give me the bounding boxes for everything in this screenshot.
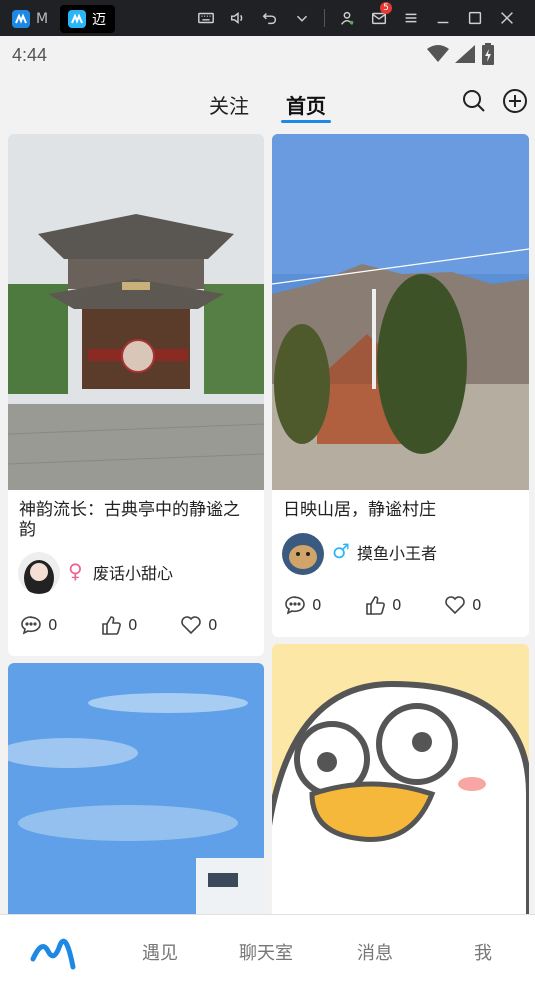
avatar[interactable] [282,533,324,575]
gender-male-icon: ♂ [332,539,350,563]
app-logo-icon [12,10,30,28]
emulator-tab-label: M [36,11,49,27]
favorite-count: 0 [472,596,482,614]
post-title: 神韵流长：古典亭中的静谧之韵 [19,500,240,540]
heart-icon [445,596,465,615]
comment-count: 0 [312,596,322,614]
bottom-nav: 遇见 聊天室 消息 我 [0,914,535,987]
active-tab-indicator [281,120,331,123]
favorite-button[interactable]: 0 [444,594,524,616]
volume-icon[interactable] [222,6,254,30]
post-image [272,644,529,924]
nav-me[interactable]: 我 [474,939,492,965]
maximize-icon[interactable] [459,6,491,30]
gender-female-icon: ♀ [68,559,83,583]
chevron-down-icon[interactable] [286,6,318,30]
status-time: 4:44 [12,45,48,65]
mail-icon[interactable]: 5 [363,2,395,30]
tab-home[interactable]: 首页 [286,90,326,119]
like-count: 0 [392,596,402,614]
feed-header: 关注 首页 [0,74,535,130]
post-stats: 0 0 0 [20,614,260,636]
wifi-icon [427,45,449,62]
comment-button[interactable]: 0 [284,594,364,616]
search-icon[interactable] [461,88,489,116]
emulator-tab-2[interactable]: 迈 [60,5,115,33]
minimize-icon[interactable] [427,6,459,30]
post-card[interactable] [272,644,529,924]
menu-icon[interactable] [395,6,427,30]
comment-icon [285,596,305,615]
favorite-count: 0 [208,616,218,634]
mail-badge: 5 [380,2,392,14]
username[interactable]: 摸鱼小王者 [357,540,437,564]
like-button[interactable]: 0 [100,614,180,636]
status-bar: 4:44 [0,36,535,74]
post-image [8,663,264,923]
favorite-button[interactable]: 0 [180,614,260,636]
keyboard-icon[interactable] [190,6,222,30]
like-count: 0 [128,616,138,634]
user-icon[interactable] [331,6,363,30]
add-icon[interactable] [502,88,530,116]
nav-meet[interactable]: 遇见 [142,939,178,965]
close-icon[interactable] [491,6,523,30]
post-stats: 0 0 0 [284,594,524,616]
emulator-tab-label: 迈 [92,12,106,28]
comment-button[interactable]: 0 [20,614,100,636]
emulator-titlebar: M 迈 5 [0,0,535,36]
nav-messages[interactable]: 消息 [357,939,393,965]
like-button[interactable]: 0 [364,594,444,616]
undo-icon[interactable] [254,6,286,30]
divider [324,9,325,27]
avatar[interactable] [18,552,60,594]
emulator-tab-1[interactable]: M [12,5,48,33]
app-logo-icon [68,10,86,28]
app-logo-icon[interactable] [30,933,76,975]
post-card[interactable]: 日映山居，静谧村庄 ♂ 摸鱼小王者 0 0 0 [272,134,529,637]
tab-follow[interactable]: 关注 [209,90,249,119]
nav-chatroom[interactable]: 聊天室 [239,939,293,965]
battery-icon [482,43,494,65]
post-card[interactable] [8,663,264,923]
comment-icon [21,616,41,635]
comment-count: 0 [48,616,58,634]
thumbs-up-icon [102,616,121,635]
signal-icon [455,45,475,63]
post-image [272,134,529,490]
thumbs-up-icon [366,596,385,615]
post-title: 日映山居，静谧村庄 [283,500,436,520]
username[interactable]: 废话小甜心 [93,560,173,584]
post-card[interactable]: 神韵流长：古典亭中的静谧之韵 ♀ 废话小甜心 0 0 0 [8,134,264,656]
post-image [8,134,264,490]
heart-icon [181,616,201,635]
